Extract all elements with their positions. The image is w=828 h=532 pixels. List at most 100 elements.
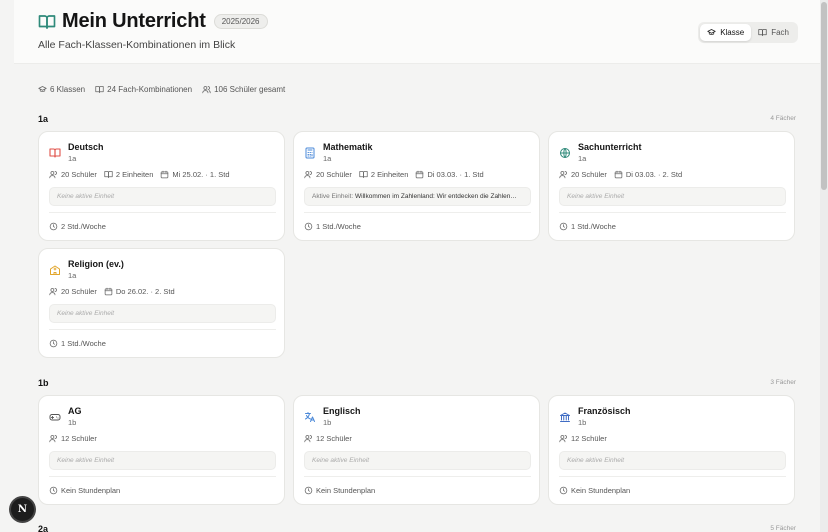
book-icon <box>104 171 113 178</box>
units-label: 2 Einheiten <box>370 170 409 179</box>
card-divider <box>559 212 786 213</box>
calendar-icon <box>416 170 424 179</box>
students-count: 12 Schüler <box>559 434 607 443</box>
page-header: Mein Unterricht 2025/2026 Alle Fach-Klas… <box>14 0 820 64</box>
schedule-label: Kein Stundenplan <box>571 486 631 495</box>
active-unit-box[interactable]: Keine aktive Einheit <box>559 187 786 206</box>
hours-label: 1 Std./Woche <box>61 339 106 348</box>
subject-card-franzoesisch[interactable]: Französisch 1b 12 Schüler Keine aktive E… <box>548 395 795 505</box>
next-lesson: Do 26.02. · 2. Std <box>104 287 175 296</box>
hours-per-week: 1 Std./Woche <box>559 222 616 231</box>
students-label: 20 Schüler <box>61 287 97 296</box>
users-icon <box>304 435 312 443</box>
hours-per-week: 1 Std./Woche <box>304 222 361 231</box>
stats-bar: 6 Klassen 24 Fach-Kombinationen 106 Schü… <box>38 85 295 94</box>
users-icon <box>202 86 211 94</box>
subject-name: Englisch <box>323 406 361 416</box>
subject-card-mathematik[interactable]: Mathematik 1a 20 Schüler 2 Einheiten Di … <box>293 131 540 241</box>
stat-classes: 6 Klassen <box>38 85 85 94</box>
subject-card-ag[interactable]: AG 1b 12 Schüler Keine aktive Einheit Ke… <box>38 395 285 505</box>
stat-students-label: 106 Schüler gesamt <box>214 85 286 94</box>
card-meta: 12 Schüler <box>49 434 104 443</box>
units-count: 2 Einheiten <box>104 170 153 179</box>
next-lesson-label: Di 03.03. · 2. Std <box>625 170 683 179</box>
toggle-klasse-label: Klasse <box>720 28 745 37</box>
app-fab-button[interactable]: N <box>11 498 34 521</box>
users-icon <box>49 171 57 179</box>
calendar-icon <box>161 170 169 179</box>
class-name: 1a <box>68 154 77 163</box>
subject-name: Religion (ev.) <box>68 259 124 269</box>
active-unit-box[interactable]: Keine aktive Einheit <box>49 187 276 206</box>
next-lesson-label: Mi 25.02. · 1. Std <box>172 170 230 179</box>
active-unit-title: Willkommen im Zahlenland: Wir entdecken … <box>355 193 517 200</box>
active-unit-box[interactable]: Keine aktive Einheit <box>304 451 531 470</box>
subject-card-religion[interactable]: Religion (ev.) 1a 20 Schüler Do 26.02. ·… <box>38 248 285 358</box>
card-divider <box>304 476 531 477</box>
toggle-fach-button[interactable]: Fach <box>751 24 796 41</box>
group-count-1a: 4 Fächer <box>770 115 796 122</box>
class-name: 1a <box>578 154 587 163</box>
hours-per-week: 1 Std./Woche <box>49 339 106 348</box>
stat-combinations-label: 24 Fach-Kombinationen <box>107 85 193 94</box>
stat-classes-label: 6 Klassen <box>50 85 86 94</box>
calculator-icon <box>305 147 315 159</box>
class-name: 1a <box>323 154 332 163</box>
vertical-scrollbar[interactable] <box>820 0 828 532</box>
title-row: Mein Unterricht 2025/2026 <box>38 10 268 33</box>
page: Mein Unterricht 2025/2026 Alle Fach-Klas… <box>0 0 820 532</box>
card-meta: 12 Schüler <box>559 434 614 443</box>
clock-icon <box>49 486 58 495</box>
card-meta: 20 Schüler Do 26.02. · 2. Std <box>49 287 182 296</box>
clock-icon <box>559 222 568 231</box>
active-unit-box[interactable]: Aktive Einheit: Willkommen im Zahlenland… <box>304 187 531 206</box>
card-divider <box>49 476 276 477</box>
clock-icon <box>304 222 313 231</box>
schedule-label: Kein Stundenplan <box>61 486 121 495</box>
clock-icon <box>304 486 313 495</box>
stat-combinations: 24 Fach-Kombinationen <box>95 85 192 94</box>
students-label: 20 Schüler <box>61 170 97 179</box>
users-icon <box>49 435 57 443</box>
next-lesson-label: Do 26.02. · 2. Std <box>115 287 175 296</box>
book-open-icon <box>38 14 56 29</box>
subject-card-englisch[interactable]: Englisch 1b 12 Schüler Keine aktive Einh… <box>293 395 540 505</box>
next-lesson: Di 03.03. · 2. Std <box>614 170 682 179</box>
subject-card-sachunterricht[interactable]: Sachunterricht 1a 20 Schüler Di 03.03. ·… <box>548 131 795 241</box>
students-count: 12 Schüler <box>49 434 97 443</box>
active-unit-box[interactable]: Keine aktive Einheit <box>559 451 786 470</box>
view-toggle: Klasse Fach <box>698 22 798 43</box>
card-divider <box>304 212 531 213</box>
clock-icon <box>559 486 568 495</box>
students-label: 12 Schüler <box>316 434 352 443</box>
translate-icon <box>305 412 315 422</box>
hours-per-week: 2 Std./Woche <box>49 222 106 231</box>
card-divider <box>559 476 786 477</box>
users-icon <box>49 288 57 296</box>
calendar-icon <box>104 287 113 296</box>
users-icon <box>559 435 567 443</box>
clock-icon <box>49 222 58 231</box>
schedule-info: Kein Stundenplan <box>49 486 120 495</box>
students-label: 20 Schüler <box>571 170 607 179</box>
school-year-badge: 2025/2026 <box>213 14 268 29</box>
students-count: 20 Schüler <box>559 170 607 179</box>
schedule-info: Kein Stundenplan <box>559 486 630 495</box>
clock-icon <box>49 339 58 348</box>
toggle-klasse-button[interactable]: Klasse <box>700 24 752 41</box>
group-count-1b: 3 Fächer <box>770 379 796 386</box>
card-divider <box>49 329 276 330</box>
book-icon <box>95 86 104 93</box>
students-label: 20 Schüler <box>316 170 352 179</box>
students-count: 20 Schüler <box>49 170 97 179</box>
active-unit-box[interactable]: Keine aktive Einheit <box>49 451 276 470</box>
scrollbar-thumb[interactable] <box>821 2 827 190</box>
subject-card-deutsch[interactable]: Deutsch 1a 20 Schüler 2 Einheiten Mi 25.… <box>38 131 285 241</box>
card-divider <box>49 212 276 213</box>
users-icon <box>304 171 312 179</box>
next-lesson-label: Di 03.03. · 1. Std <box>427 170 484 179</box>
active-unit-box[interactable]: Keine aktive Einheit <box>49 304 276 323</box>
group-title-1b: 1b <box>38 378 49 388</box>
active-unit-label: Aktive Einheit: <box>312 193 354 200</box>
class-name: 1b <box>323 418 332 427</box>
